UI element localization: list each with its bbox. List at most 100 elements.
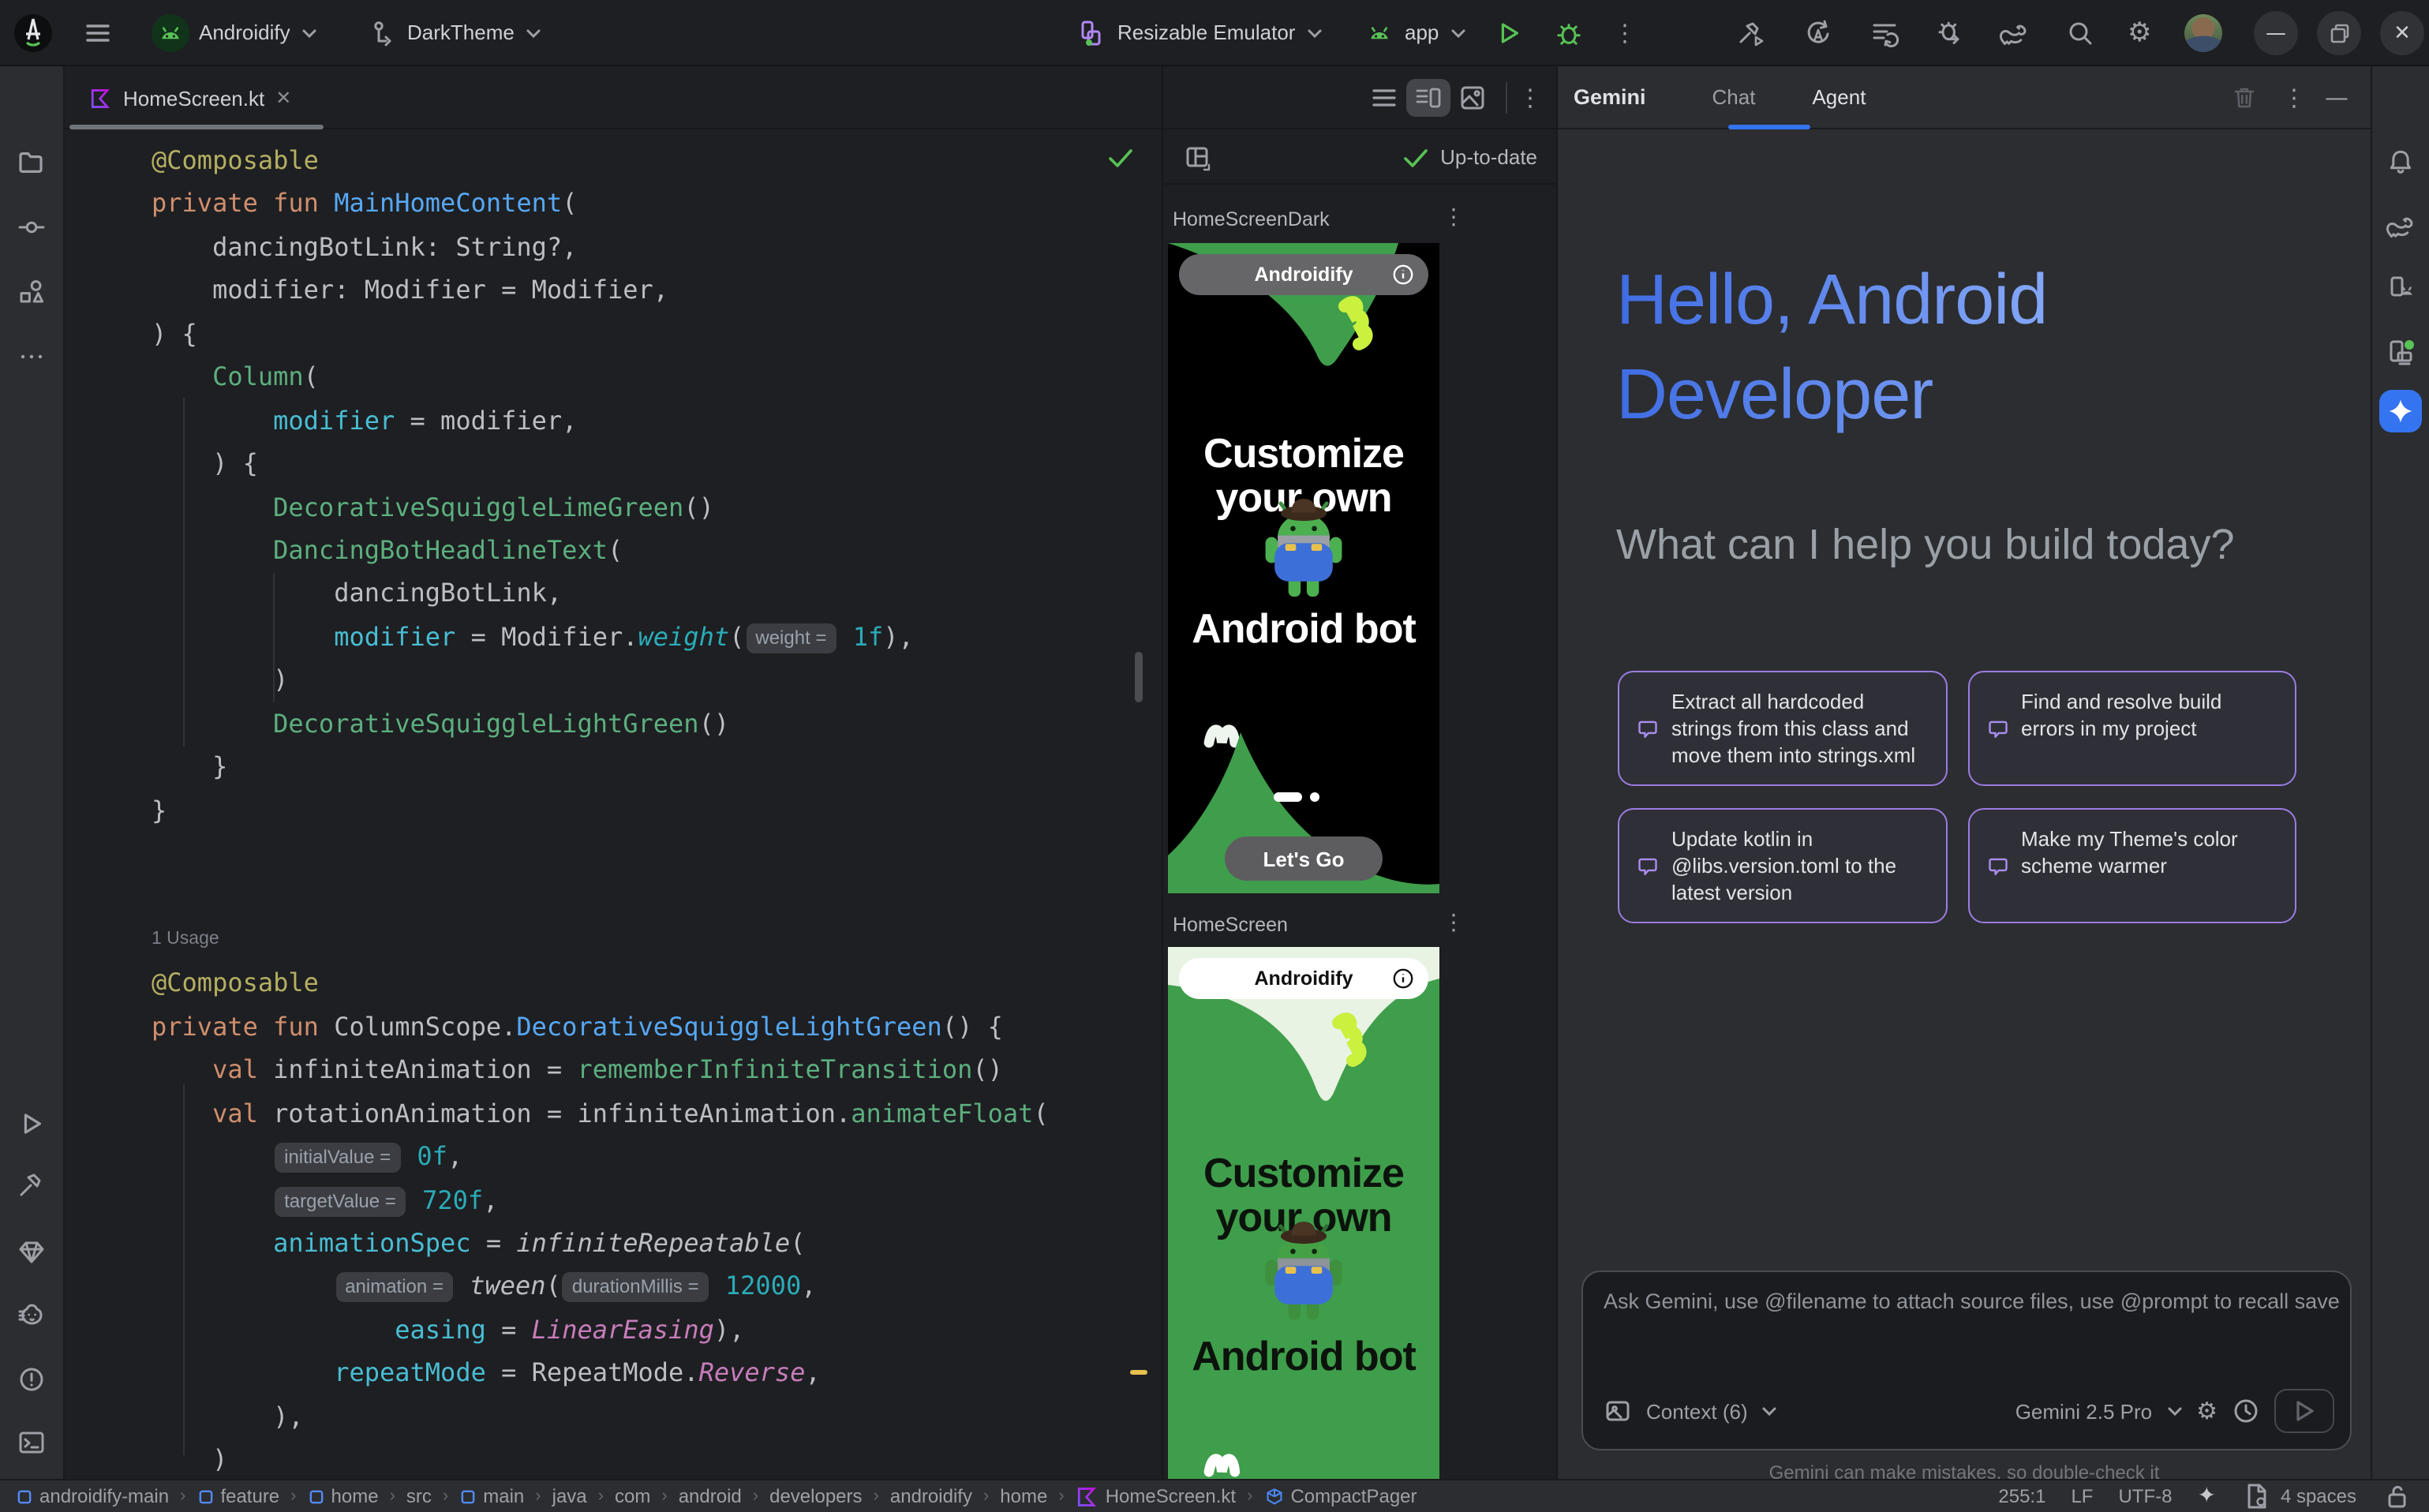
run-play-icon[interactable] — [1493, 17, 1525, 48]
code-line[interactable]: ), — [152, 1394, 1130, 1438]
logcat-tool-icon[interactable] — [14, 1297, 49, 1332]
code-line[interactable]: initialValue = 0f, — [152, 1135, 1130, 1178]
breadcrumb-item[interactable]: main — [459, 1485, 524, 1507]
code-line[interactable] — [152, 832, 1130, 875]
context-dropdown[interactable]: Context (6) — [1646, 1399, 1748, 1423]
line-separator[interactable]: LF — [2071, 1485, 2093, 1507]
preview-kebab-icon[interactable]: ⋮ — [1518, 83, 1542, 111]
search-icon[interactable] — [2064, 17, 2096, 48]
code-line[interactable]: DecorativeSquiggleLightGreen() — [152, 702, 1130, 745]
breadcrumb-item[interactable]: CompactPager — [1263, 1485, 1417, 1507]
clear-chat-trash-icon[interactable] — [2229, 81, 2260, 113]
device-selector[interactable]: Resizable Emulator — [1076, 17, 1323, 48]
code-editor[interactable]: @Composableprivate fun MainHomeContent( … — [152, 139, 1130, 1481]
breadcrumb-item[interactable]: androidify — [890, 1485, 972, 1507]
lets-go-button[interactable]: Let's Go — [1225, 836, 1383, 881]
breadcrumb-item[interactable]: home — [1000, 1485, 1047, 1507]
attach-debugger-icon[interactable] — [1935, 17, 1967, 48]
breadcrumb-item[interactable]: home — [308, 1485, 379, 1507]
chevron-down-icon[interactable] — [2165, 1402, 2184, 1420]
suggestion-card[interactable]: Extract all hardcoded strings from this … — [1618, 671, 1947, 786]
debug-button[interactable] — [1553, 17, 1585, 48]
build-button[interactable] — [1736, 17, 1768, 48]
code-line[interactable]: ) { — [152, 442, 1130, 485]
code-view-button[interactable] — [1362, 78, 1406, 116]
attach-debugger-button[interactable] — [1935, 17, 1967, 48]
breadcrumb-item[interactable]: java — [552, 1485, 587, 1507]
more-run-options-button[interactable]: ⋮ — [1613, 18, 1637, 47]
tab-close-icon[interactable]: ✕ — [275, 87, 291, 109]
editor-scrollbar-thumb[interactable] — [1135, 652, 1143, 702]
indent-setting[interactable]: 4 spaces — [2241, 1480, 2356, 1512]
file-encoding[interactable]: UTF-8 — [2118, 1485, 2172, 1507]
device-manager-icon[interactable] — [2383, 271, 2418, 306]
gradle-elephant-icon[interactable] — [1998, 17, 2030, 48]
caret-position[interactable]: 255:1 — [1998, 1485, 2045, 1507]
app-quality-insights-icon[interactable] — [14, 1234, 49, 1269]
gradle-sync-button[interactable] — [1998, 17, 2030, 48]
more-tools-icon[interactable] — [14, 339, 49, 374]
usage-hint[interactable]: 1 Usage — [152, 919, 1130, 962]
tab-homescreen-kt[interactable]: HomeScreen.kt ✕ — [69, 66, 313, 129]
tab-chat[interactable]: Chat — [1712, 85, 1756, 109]
code-line[interactable]: val rotationAnimation = infiniteAnimatio… — [152, 1091, 1130, 1135]
layout-grid-icon[interactable] — [1182, 141, 1214, 173]
settings-button[interactable]: ⚙ — [2128, 17, 2152, 48]
hamburger-menu-icon[interactable] — [82, 17, 114, 48]
code-line[interactable]: modifier = modifier, — [152, 399, 1130, 442]
model-settings-gear-icon[interactable]: ⚙ — [2196, 1397, 2218, 1425]
code-line[interactable] — [152, 875, 1130, 919]
preview-label-homescreendark[interactable]: HomeScreenDark — [1173, 208, 1330, 230]
debug-bug-icon[interactable] — [1553, 17, 1585, 48]
code-line[interactable]: private fun MainHomeContent( — [152, 182, 1130, 226]
breadcrumb-item[interactable]: android — [679, 1485, 742, 1507]
code-line[interactable]: dancingBotLink: String?, — [152, 226, 1130, 269]
code-line[interactable]: @Composable — [152, 139, 1130, 182]
code-line[interactable]: @Composable — [152, 962, 1130, 1005]
commit-tool-icon[interactable] — [14, 210, 49, 245]
split-view-button[interactable] — [1406, 78, 1450, 116]
code-line[interactable]: ) — [152, 659, 1130, 702]
run-config-selector[interactable]: app — [1364, 17, 1467, 48]
notifications-bell-icon[interactable] — [2383, 145, 2418, 180]
design-view-button[interactable] — [1450, 78, 1495, 116]
project-tool-icon[interactable] — [14, 145, 49, 180]
model-selector[interactable]: Gemini 2.5 Pro — [2015, 1399, 2152, 1423]
code-line[interactable]: modifier = Modifier.weight(weight = 1f), — [152, 616, 1130, 659]
breadcrumb-item[interactable]: feature — [196, 1485, 279, 1507]
code-line[interactable]: val infiniteAnimation = rememberInfinite… — [152, 1048, 1130, 1091]
search-everywhere-button[interactable] — [2064, 17, 2096, 48]
project-selector[interactable]: Androidify — [152, 13, 319, 51]
breadcrumb-item[interactable]: src — [406, 1485, 432, 1507]
code-line[interactable]: DancingBotHeadlineText( — [152, 529, 1130, 572]
suggestion-card[interactable]: Find and resolve build errors in my proj… — [1967, 671, 2296, 786]
build-hammer-icon[interactable] — [1736, 17, 1768, 48]
gemini-sparkle-status-icon[interactable]: ✦ — [2197, 1484, 2215, 1509]
build-tool-icon[interactable] — [14, 1168, 49, 1203]
code-line[interactable]: DecorativeSquiggleLimeGreen() — [152, 485, 1130, 529]
editor-pane[interactable]: HomeScreen.kt ✕ @Composableprivate fun M… — [65, 66, 1162, 1479]
preview-label-homescreen[interactable]: HomeScreen — [1173, 914, 1288, 936]
code-line[interactable]: private fun ColumnScope.DecorativeSquigg… — [152, 1005, 1130, 1049]
gemini-tool-icon[interactable] — [2379, 390, 2422, 432]
chevron-down-icon[interactable] — [1761, 1402, 1780, 1420]
window-close-button[interactable]: ✕ — [2380, 11, 2424, 55]
window-minimize-button[interactable]: — — [2254, 11, 2298, 55]
history-clock-icon[interactable] — [2230, 1395, 2262, 1427]
apply-changes-button[interactable] — [1802, 17, 1834, 48]
gemini-input-placeholder[interactable]: Ask Gemini, use @filename to attach sour… — [1604, 1289, 2341, 1313]
preview-phone-homescreendark[interactable]: Androidify Customize your own Android bo… — [1168, 243, 1439, 893]
preview-item-kebab-icon[interactable]: ⋮ — [1441, 911, 1466, 936]
gemini-kebab-icon[interactable]: ⋮ — [2282, 83, 2306, 111]
breadcrumb-item[interactable]: com — [615, 1485, 650, 1507]
task-list-icon[interactable] — [1869, 17, 1900, 48]
run-tasks-button[interactable] — [1869, 17, 1900, 48]
gemini-input-box[interactable]: Ask Gemini, use @filename to attach sour… — [1581, 1271, 2352, 1450]
context-attach-icon[interactable] — [1602, 1395, 1634, 1427]
resource-manager-icon[interactable] — [14, 275, 49, 309]
suggestion-card[interactable]: Update kotlin in @libs.version.toml to t… — [1618, 808, 1947, 923]
kebab-menu-icon[interactable]: ⋮ — [1613, 18, 1637, 47]
code-line[interactable]: ) { — [152, 313, 1130, 356]
code-line[interactable]: easing = LinearEasing), — [152, 1308, 1130, 1352]
running-devices-icon[interactable] — [2383, 335, 2418, 369]
